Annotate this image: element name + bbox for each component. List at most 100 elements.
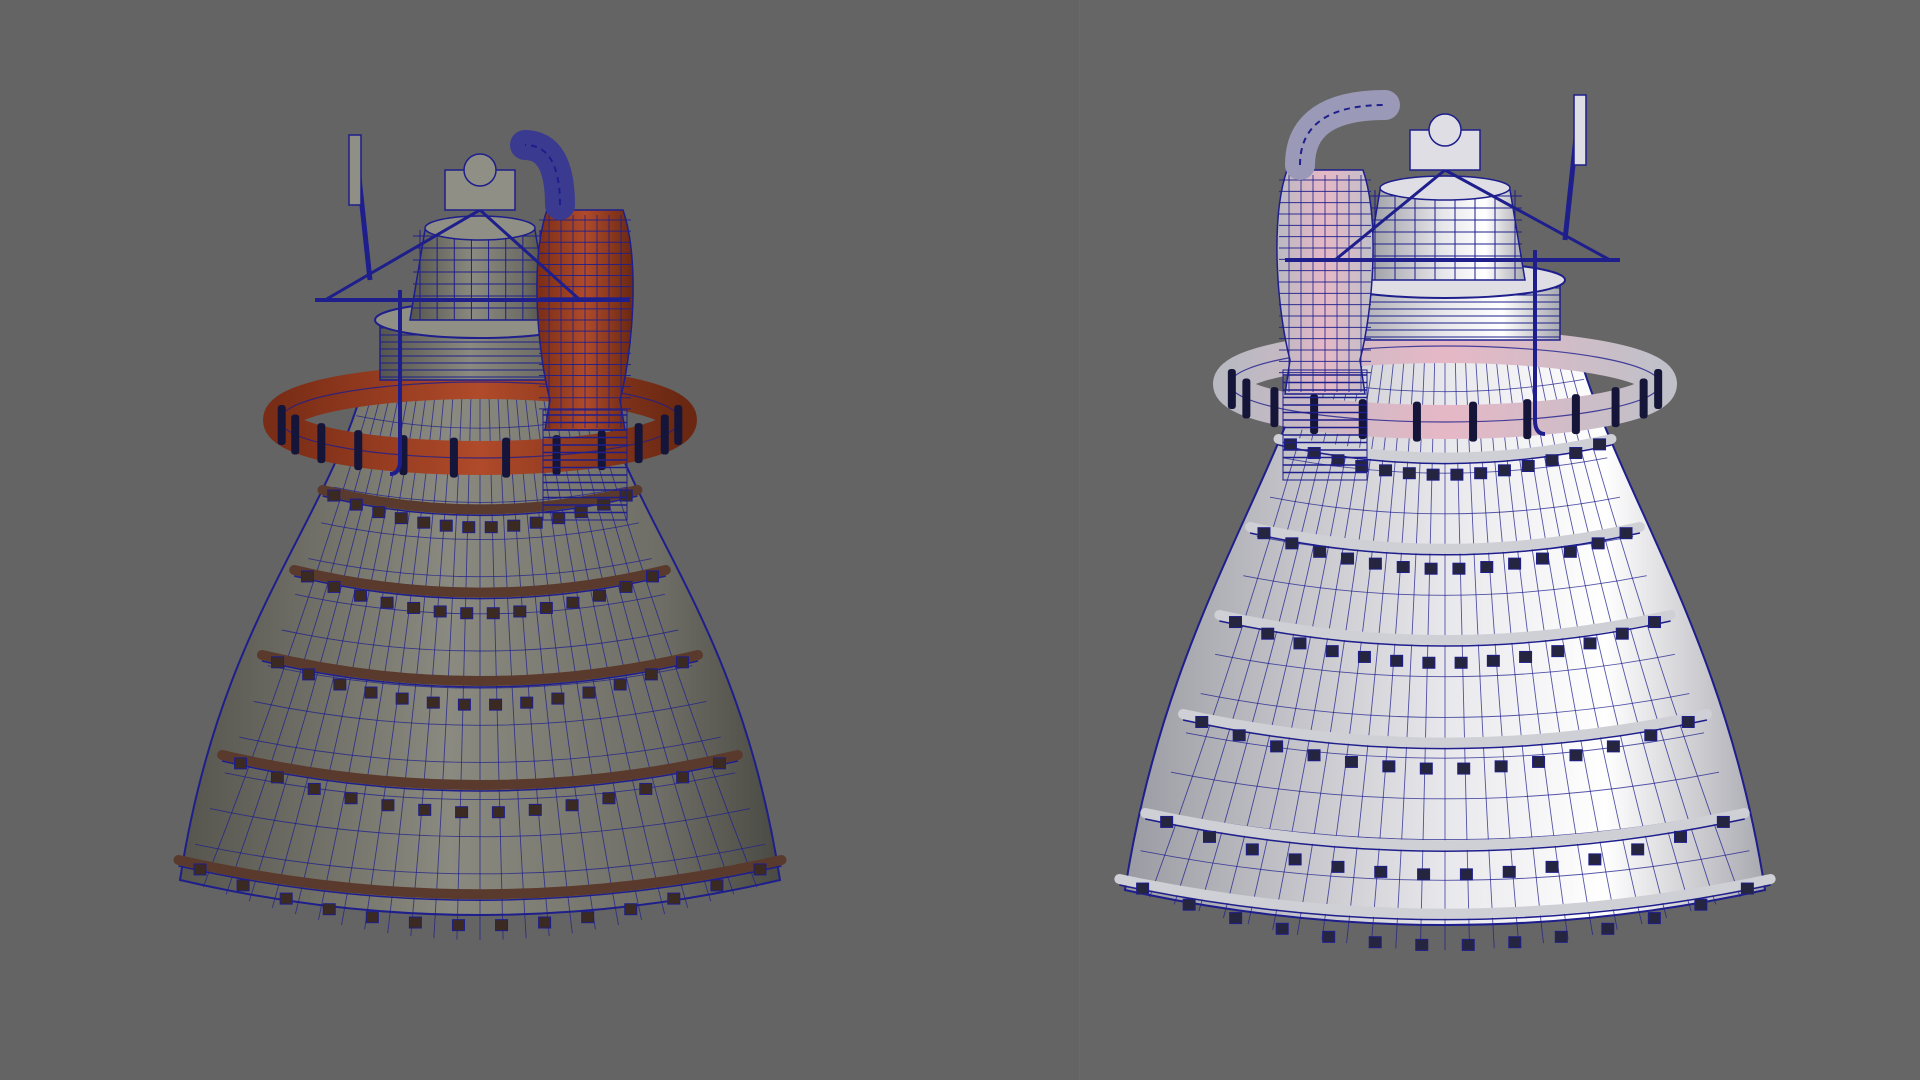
band-bracket xyxy=(582,686,596,699)
band-bracket xyxy=(1283,438,1297,451)
band-bracket xyxy=(270,771,284,784)
band-bracket xyxy=(1452,562,1466,575)
band-bracket xyxy=(538,916,552,929)
band-bracket xyxy=(462,521,476,534)
band-bracket xyxy=(1195,715,1209,728)
band-bracket xyxy=(1422,656,1436,669)
band-bracket xyxy=(1694,898,1708,911)
band-bracket xyxy=(495,919,509,932)
band-bracket xyxy=(271,656,285,669)
viewport-textured[interactable] xyxy=(0,0,1080,1080)
band-bracket xyxy=(354,589,368,602)
band-bracket xyxy=(1202,830,1216,843)
band-bracket xyxy=(1508,557,1522,570)
actuator-cylinder xyxy=(1573,94,1587,166)
band-bracket xyxy=(439,519,453,532)
band-bracket xyxy=(1461,938,1475,951)
band-bracket xyxy=(1519,650,1533,663)
combustion-chamber xyxy=(409,229,551,321)
gimbal-bearing xyxy=(1428,113,1462,147)
band-bracket xyxy=(1331,454,1345,467)
band-bracket xyxy=(539,601,553,614)
band-bracket xyxy=(1331,860,1345,873)
band-bracket xyxy=(236,879,250,892)
band-bracket xyxy=(1426,468,1440,481)
band-bracket xyxy=(1588,853,1602,866)
torus-clamp xyxy=(1412,401,1421,442)
band-bracket xyxy=(484,521,498,534)
band-bracket xyxy=(327,489,341,502)
torus-clamp xyxy=(674,404,683,445)
band-bracket xyxy=(1325,645,1339,658)
band-bracket xyxy=(602,792,616,805)
torus-clamp xyxy=(354,430,363,471)
torus-clamp xyxy=(1571,394,1580,435)
band-bracket xyxy=(551,692,565,705)
band-bracket xyxy=(1486,654,1500,667)
band-bracket xyxy=(676,771,690,784)
band-bracket xyxy=(1674,830,1688,843)
band-bracket xyxy=(1228,616,1242,629)
band-bracket xyxy=(1569,447,1583,460)
band-bracket xyxy=(592,589,606,602)
band-bracket xyxy=(1551,645,1565,658)
band-bracket xyxy=(1368,936,1382,949)
band-bracket xyxy=(279,892,293,905)
band-bracket xyxy=(1545,860,1559,873)
band-bracket xyxy=(1494,760,1508,773)
band-bracket xyxy=(1379,464,1393,477)
band-bracket xyxy=(675,656,689,669)
band-bracket xyxy=(300,570,314,583)
band-bracket xyxy=(1508,936,1522,949)
band-bracket xyxy=(1136,882,1150,895)
band-bracket xyxy=(1182,898,1196,911)
band-bracket xyxy=(1245,843,1259,856)
band-bracket xyxy=(613,678,627,691)
band-bracket xyxy=(753,863,767,876)
band-bracket xyxy=(581,911,595,924)
band-bracket xyxy=(460,607,474,620)
band-bracket xyxy=(712,757,726,770)
band-bracket xyxy=(528,803,542,816)
band-bracket xyxy=(349,498,363,511)
band-bracket xyxy=(1454,656,1468,669)
gimbal-bearing xyxy=(463,153,497,187)
viewport-smooth-shaded[interactable] xyxy=(1080,0,1920,1080)
band-bracket xyxy=(1583,637,1597,650)
band-bracket xyxy=(1344,755,1358,768)
band-bracket xyxy=(1474,467,1488,480)
band-bracket xyxy=(1716,815,1730,828)
band-bracket xyxy=(486,607,500,620)
elbow-duct xyxy=(1285,90,1400,180)
band-bracket xyxy=(372,506,386,519)
band-bracket xyxy=(418,803,432,816)
band-bracket xyxy=(507,519,521,532)
band-bracket xyxy=(408,916,422,929)
band-bracket xyxy=(1402,467,1416,480)
torus-clamp xyxy=(634,423,643,464)
band-bracket xyxy=(1497,464,1511,477)
torus-clamp xyxy=(291,414,300,455)
band-bracket xyxy=(451,919,465,932)
combustion-chamber xyxy=(1364,189,1526,281)
torus-clamp xyxy=(1611,387,1620,428)
band-bracket xyxy=(1593,438,1607,451)
band-bracket xyxy=(1390,654,1404,667)
band-bracket xyxy=(1419,762,1433,775)
band-bracket xyxy=(644,668,658,681)
band-bracket xyxy=(1261,627,1275,640)
torus-clamp xyxy=(1523,399,1532,440)
band-bracket xyxy=(1257,527,1271,540)
torus-clamp xyxy=(449,437,458,478)
band-bracket xyxy=(529,516,543,529)
torus-clamp xyxy=(502,437,511,478)
band-bracket xyxy=(417,516,431,529)
band-bracket xyxy=(457,698,471,711)
band-bracket xyxy=(520,696,534,709)
band-bracket xyxy=(1480,561,1494,574)
band-bracket xyxy=(1554,930,1568,943)
band-bracket xyxy=(710,879,724,892)
band-bracket xyxy=(667,892,681,905)
torus-clamp xyxy=(1469,401,1478,442)
band-bracket xyxy=(624,903,638,916)
